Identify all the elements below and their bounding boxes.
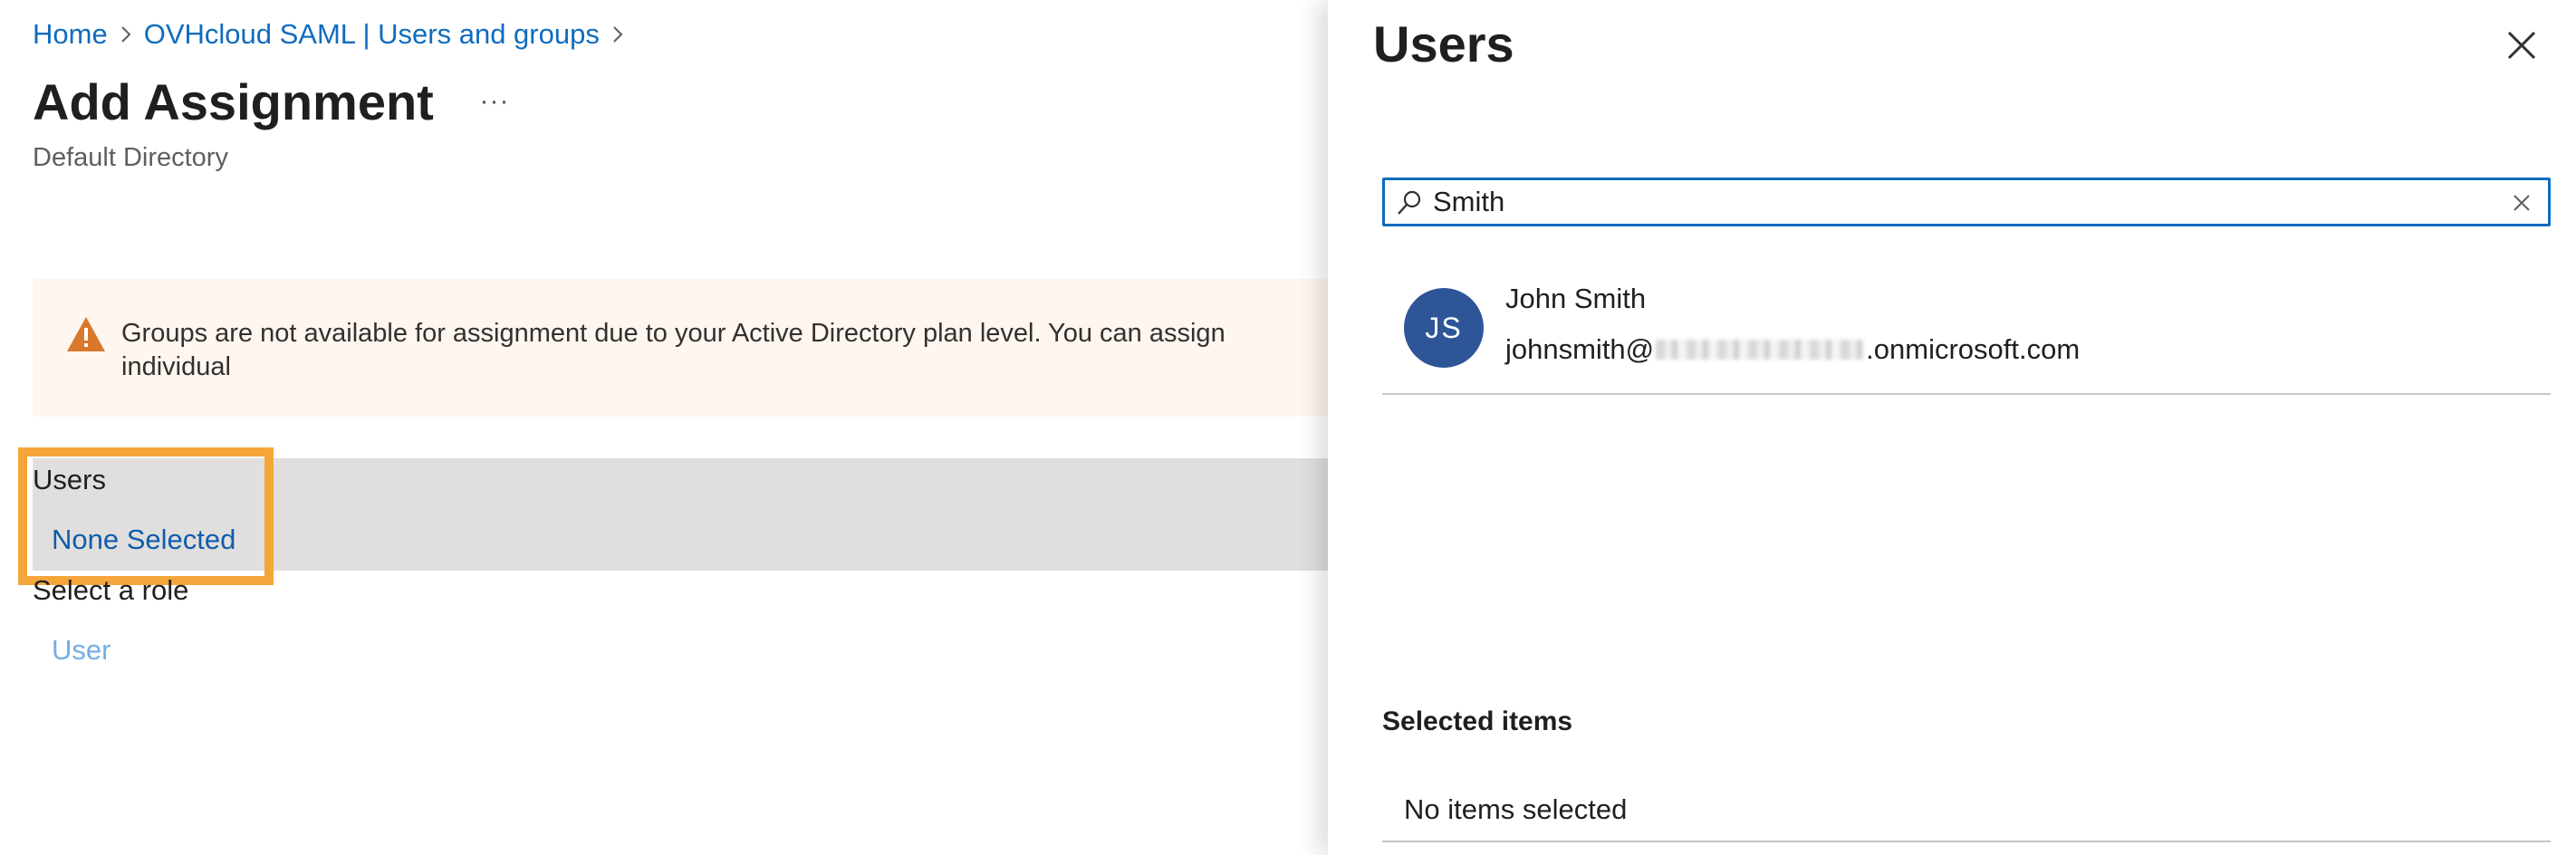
breadcrumb-home-link[interactable]: Home [33,18,108,51]
more-options-button[interactable]: ··· [475,82,514,121]
user-name: John Smith [1505,283,1647,314]
panel-title: Users [1373,15,1514,72]
users-label: Users [33,464,106,495]
chevron-right-icon [600,24,636,44]
selected-items-empty: No items selected [1404,793,1628,825]
users-none-selected-link[interactable]: None Selected [52,524,235,556]
breadcrumb-app-link[interactable]: OVHcloud SAML | Users and groups [144,18,600,51]
chevron-right-icon [108,24,144,44]
search-icon [1395,188,1424,217]
clear-icon[interactable] [2509,190,2534,216]
warning-text: Groups are not available for assignment … [121,319,1226,389]
redacted-text [1656,340,1865,360]
user-email: johnsmith@ .onmicrosoft.com [1505,333,2080,366]
select-role-label: Select a role [33,574,189,606]
email-suffix: .onmicrosoft.com [1866,333,2081,365]
close-icon[interactable] [2502,25,2542,65]
warning-triangle-icon [65,315,107,353]
email-prefix: johnsmith@ [1505,333,1655,365]
selected-items-heading: Selected items [1382,706,1573,736]
breadcrumb: Home OVHcloud SAML | Users and groups [33,16,636,53]
search-input[interactable] [1433,180,2493,224]
page-title: Add Assignment [33,73,434,130]
role-user-link[interactable]: User [52,634,111,667]
avatar: JS [1404,288,1484,368]
page-subtitle: Default Directory [33,143,228,172]
